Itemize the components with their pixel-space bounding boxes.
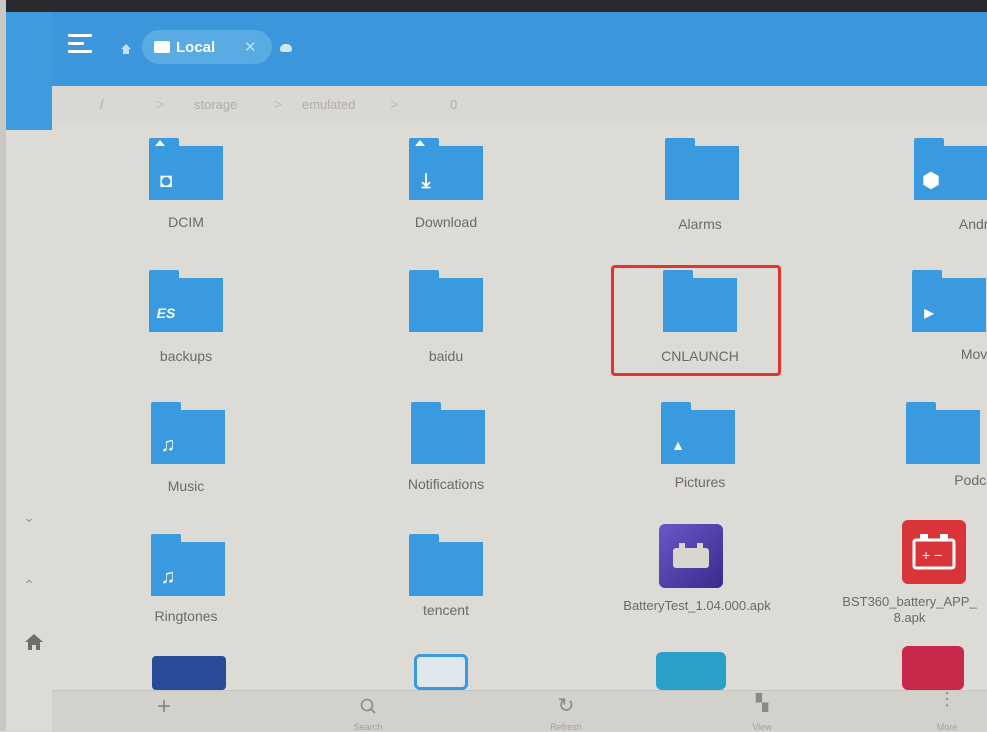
- item-label: baidu: [428, 348, 464, 364]
- folder-item[interactable]: Podcasts: [862, 402, 987, 512]
- location-tab-label: Local: [176, 39, 216, 56]
- folder-item[interactable]: ◘ DCIM: [101, 138, 271, 248]
- file-grid: ◘ DCIM ⤓ Download Alarms ⬢ Android ES ba…: [52, 124, 987, 690]
- app-icon: [152, 656, 226, 690]
- breadcrumb-separator: >: [156, 96, 165, 112]
- home-crumb-icon[interactable]: [120, 42, 132, 54]
- es-icon: ES: [156, 305, 176, 321]
- refresh-icon: ↻: [557, 695, 575, 717]
- home-icon[interactable]: [22, 630, 46, 654]
- nav-rail-accent: [6, 12, 52, 130]
- item-label: Music: [167, 478, 205, 494]
- partial-item[interactable]: [656, 652, 726, 690]
- close-icon[interactable]: ✕: [244, 38, 257, 56]
- more-vertical-icon: ⋮: [938, 689, 956, 709]
- folder-item[interactable]: baidu: [361, 270, 531, 380]
- top-toolbar: Local ✕: [52, 12, 987, 86]
- item-label: Ringtones: [154, 608, 218, 624]
- add-button[interactable]: +: [124, 693, 204, 732]
- grid-view-icon: ▚: [755, 695, 769, 712]
- selection-highlight: [611, 265, 781, 376]
- item-label: Pictures: [674, 474, 726, 490]
- item-label: Notifications: [407, 476, 485, 492]
- item-label: Download: [414, 214, 478, 230]
- folder-icon: ▶: [912, 270, 986, 332]
- folder-item[interactable]: ES backups: [101, 270, 271, 380]
- apk-item[interactable]: + − BST360_battery_APP_ 8.apk: [832, 520, 987, 630]
- partial-item[interactable]: [152, 656, 226, 690]
- apk-item[interactable]: BatteryTest_1.04.000.apk: [597, 524, 797, 634]
- chevron-down-icon[interactable]: ⌄: [22, 510, 36, 524]
- plus-icon: +: [156, 693, 171, 720]
- location-tab-local[interactable]: Local ✕: [142, 30, 272, 64]
- folder-item[interactable]: ▶ Movies: [862, 270, 987, 380]
- folder-icon: ⬢: [914, 138, 987, 200]
- music-note-icon: ♫: [160, 566, 176, 588]
- breadcrumb-separator: >: [390, 96, 399, 112]
- breadcrumb-emulated[interactable]: emulated: [302, 97, 355, 112]
- item-label: Android: [958, 216, 987, 232]
- partial-item[interactable]: [414, 654, 472, 690]
- download-icon: ⤓: [421, 170, 431, 192]
- folder-item[interactable]: ♫ Music: [101, 402, 271, 512]
- folder-item[interactable]: ▲ Pictures: [615, 402, 785, 512]
- item-label: tencent: [423, 602, 469, 618]
- folder-icon: ♫: [151, 534, 225, 596]
- svg-text:+ −: + −: [922, 547, 942, 563]
- cloud-icon[interactable]: [280, 44, 292, 52]
- camera-icon: ◘: [159, 170, 173, 192]
- folder-item[interactable]: ⬢ Android: [862, 138, 987, 248]
- music-note-icon: ♫: [160, 434, 176, 456]
- folder-item[interactable]: ♫ Ringtones: [101, 534, 271, 644]
- folder-icon: ▲: [661, 402, 735, 464]
- camera-app-icon: [414, 654, 468, 690]
- item-label: Alarms: [678, 216, 722, 232]
- folder-icon: ♫: [151, 402, 225, 464]
- app-icon: [656, 652, 726, 690]
- folder-icon: ⤓: [409, 138, 483, 200]
- item-label: Movies: [960, 346, 987, 362]
- search-button[interactable]: Search: [328, 693, 408, 732]
- folder-icon: [906, 402, 980, 464]
- image-icon: ▲: [671, 437, 685, 453]
- folder-item[interactable]: Notifications: [361, 402, 531, 512]
- view-button[interactable]: ▚ View: [722, 693, 802, 732]
- gear-icon: ⬢: [922, 170, 940, 192]
- folder-icon: [665, 138, 739, 200]
- battery-app-icon: + −: [902, 520, 966, 584]
- breadcrumb-root[interactable]: /: [100, 97, 104, 112]
- battery-test-app-icon: [659, 524, 723, 588]
- item-label: BST360_battery_APP_ 8.apk: [842, 594, 977, 625]
- folder-icon: [409, 534, 483, 596]
- partial-item[interactable]: [902, 646, 964, 690]
- app-icon: [902, 646, 964, 690]
- breadcrumb-separator: >: [274, 96, 283, 112]
- menu-icon[interactable]: [68, 34, 94, 56]
- bottom-toolbar: + Search ↻ Refresh ▚ View ⋮ More: [52, 690, 987, 732]
- folder-item[interactable]: tencent: [361, 534, 531, 644]
- chevron-up-icon[interactable]: ⌃: [22, 578, 36, 592]
- folder-icon: [411, 402, 485, 464]
- item-label: backups: [159, 348, 213, 364]
- folder-item[interactable]: Alarms: [615, 138, 785, 248]
- folder-icon: [409, 270, 483, 332]
- breadcrumb: / > storage > emulated > 0: [52, 86, 987, 124]
- breadcrumb-storage[interactable]: storage: [194, 97, 237, 112]
- search-icon: [328, 693, 408, 721]
- item-label: Podcasts: [954, 472, 987, 488]
- item-label: BatteryTest_1.04.000.apk: [623, 598, 771, 613]
- folder-icon: ES: [149, 270, 223, 332]
- screen-bezel: [0, 0, 987, 12]
- item-label: DCIM: [168, 214, 204, 230]
- folder-item[interactable]: ⤓ Download: [361, 138, 531, 248]
- more-button[interactable]: ⋮ More: [912, 689, 982, 732]
- refresh-button[interactable]: ↻ Refresh: [526, 693, 606, 732]
- storage-icon: [154, 41, 170, 53]
- breadcrumb-current[interactable]: 0: [450, 97, 457, 112]
- folder-icon: ◘: [149, 138, 223, 200]
- play-icon: ▶: [924, 306, 934, 320]
